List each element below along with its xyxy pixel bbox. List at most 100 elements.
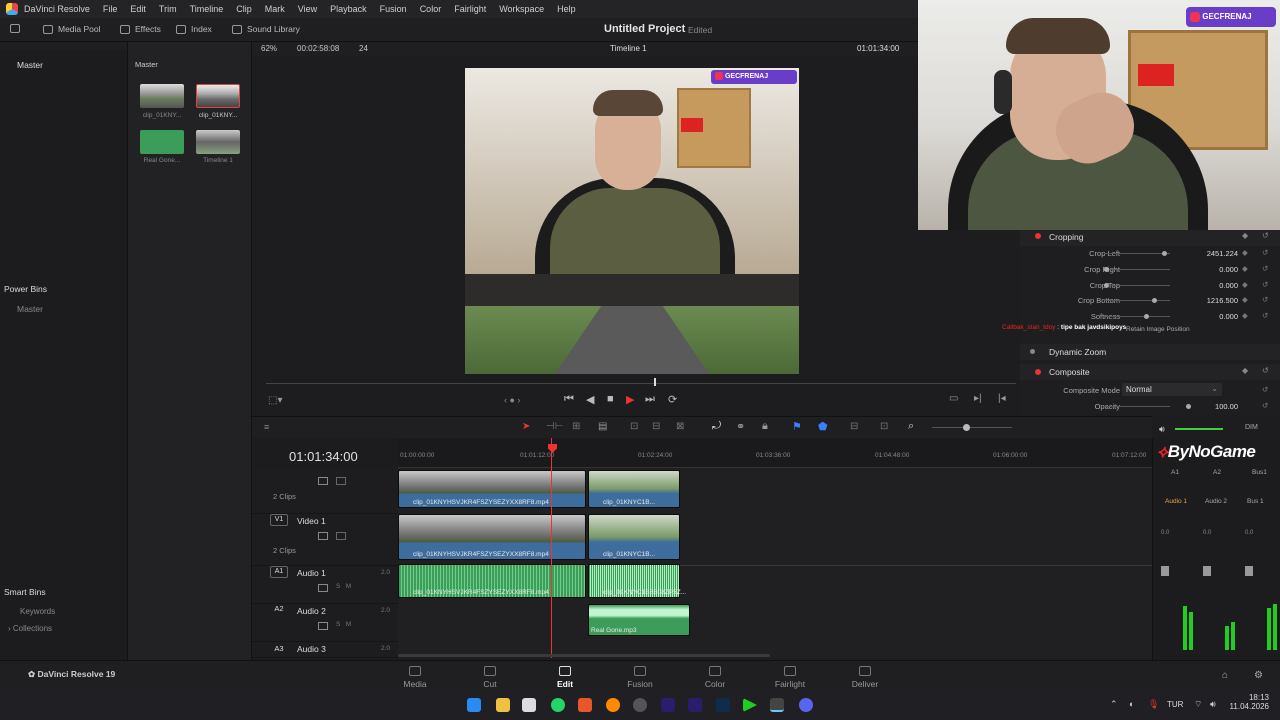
reset-icon[interactable]: ↺: [1262, 385, 1268, 394]
page-fusion[interactable]: Fusion: [615, 666, 665, 689]
crop-bottom-value[interactable]: 1216.500: [1194, 296, 1238, 305]
cropping-header[interactable]: Cropping ◆ ↺: [1020, 230, 1280, 246]
dynamic-trim-icon[interactable]: ⊞: [572, 421, 580, 432]
softness-slider[interactable]: [1104, 313, 1170, 319]
firefox-icon[interactable]: [606, 698, 620, 712]
crop-top-value[interactable]: 0.000: [1194, 281, 1238, 290]
track-v1-lock-icon[interactable]: [336, 532, 346, 540]
media-pool-button[interactable]: Media Pool: [43, 24, 101, 34]
menu-view[interactable]: View: [298, 4, 317, 14]
crop-top-slider[interactable]: [1104, 282, 1170, 288]
tray-clock[interactable]: 18:13 11.04.2026: [1229, 693, 1269, 711]
composite-enable-icon[interactable]: [1035, 369, 1041, 375]
snapping-icon[interactable]: ⤾: [712, 420, 721, 433]
keyframe-icon[interactable]: ◆: [1242, 311, 1248, 320]
track-a1-id[interactable]: A1: [270, 566, 288, 578]
menu-playback[interactable]: Playback: [330, 4, 367, 14]
page-media[interactable]: Media: [390, 666, 440, 689]
menu-color[interactable]: Color: [420, 4, 442, 14]
mixer-fader-2[interactable]: [1203, 566, 1211, 576]
reset-icon[interactable]: ↺: [1262, 264, 1268, 273]
premiere-icon[interactable]: [661, 698, 675, 712]
bin-master[interactable]: Master: [17, 60, 43, 70]
timeline-clip-v1-a[interactable]: clip_01KNYHSVJKR4FSZYSEZYXX8RF8.mp4: [398, 514, 586, 560]
sound-library-button[interactable]: Sound Library: [232, 24, 300, 34]
jog-icon[interactable]: ‹ ● ›: [504, 395, 520, 405]
replace-clip-icon[interactable]: ⊠: [676, 421, 684, 432]
link-icon[interactable]: ⚭: [736, 420, 745, 433]
timeline-view-icon[interactable]: ≡: [264, 422, 269, 432]
mixer-fader-3[interactable]: [1245, 566, 1253, 576]
timeline-ruler[interactable]: 01:01:34:00 01:00:00:00 01:01:12:00 01:0…: [252, 438, 1152, 468]
page-deliver[interactable]: Deliver: [840, 666, 890, 689]
tray-audio-icon[interactable]: ◖: [1128, 699, 1133, 709]
menu-clip[interactable]: Clip: [236, 4, 252, 14]
crop-bottom-knob[interactable]: [1152, 297, 1157, 303]
track-a2-name[interactable]: Audio 2: [297, 606, 326, 616]
composite-header[interactable]: Composite ◆ ↺: [1020, 364, 1280, 380]
viewer-zoom[interactable]: 62%: [261, 44, 277, 53]
reset-icon[interactable]: ↺: [1262, 401, 1268, 410]
davinci-resolve-taskbar-icon[interactable]: [770, 698, 784, 712]
index-button[interactable]: Index: [176, 24, 212, 34]
tray-mic-icon[interactable]: 🎙︎: [1148, 699, 1159, 710]
track-a2-id[interactable]: A2: [270, 604, 288, 616]
workspace-layout-button[interactable]: [10, 24, 20, 33]
smart-bin-keywords[interactable]: Keywords: [20, 607, 55, 616]
scrubber-playhead[interactable]: [654, 378, 656, 386]
retain-image-position[interactable]: Retain Image Position: [1126, 326, 1190, 333]
trim-tool-icon[interactable]: ⊣⊢: [546, 421, 563, 432]
timeline-clip-a1-b[interactable]: clip_01KNYC1B6B08ZP5Z...: [588, 564, 686, 598]
track-a2-lock-icon[interactable]: [318, 622, 328, 630]
track-v2-visibility-icon[interactable]: [318, 477, 328, 485]
mixer-fader-1[interactable]: [1161, 566, 1169, 576]
crop-right-value[interactable]: 0.000: [1194, 265, 1238, 274]
effects-button[interactable]: Effects: [120, 24, 161, 34]
reset-icon[interactable]: ↺: [1262, 280, 1268, 289]
reset-icon[interactable]: ↺: [1262, 366, 1269, 375]
zoom-custom-icon[interactable]: ⌕: [908, 420, 914, 433]
zoom-full-icon[interactable]: ⊟: [850, 421, 858, 432]
power-bin-master[interactable]: Master: [17, 304, 43, 314]
crop-bottom-slider[interactable]: [1104, 297, 1170, 303]
crop-top-knob[interactable]: [1104, 282, 1109, 288]
speaker-icon[interactable]: 🔊︎: [1159, 424, 1165, 435]
composite-mode-select[interactable]: Normal ⌄: [1122, 383, 1222, 396]
photoshop-icon[interactable]: [716, 698, 730, 712]
crop-left-knob[interactable]: [1162, 250, 1167, 256]
lock-icon[interactable]: 🔒︎: [762, 420, 768, 433]
reset-icon[interactable]: ↺: [1262, 248, 1268, 257]
crop-left-value[interactable]: 2451.224: [1194, 249, 1238, 258]
prev-frame-icon[interactable]: |◂: [998, 393, 1006, 404]
reset-icon[interactable]: ↺: [1262, 231, 1269, 240]
after-effects-icon[interactable]: [688, 698, 702, 712]
notepad-icon[interactable]: [522, 698, 536, 712]
keyframe-icon[interactable]: ◆: [1242, 366, 1248, 375]
chatgpt-icon[interactable]: [633, 698, 647, 712]
opacity-slider[interactable]: [1104, 403, 1191, 409]
menu-fusion[interactable]: Fusion: [380, 4, 407, 14]
media-clip-thumb-2[interactable]: [196, 84, 240, 108]
media-clip-thumb-1[interactable]: [140, 84, 184, 108]
track-v1-name[interactable]: Video 1: [297, 516, 326, 526]
tray-volume-icon[interactable]: 🔊︎: [1210, 699, 1216, 710]
menu-mark[interactable]: Mark: [265, 4, 285, 14]
media-timeline-thumb[interactable]: [196, 130, 240, 154]
menu-timeline[interactable]: Timeline: [190, 4, 224, 14]
timeline-clip-v1-b[interactable]: clip_01KNYC1B...: [588, 514, 680, 560]
menu-workspace[interactable]: Workspace: [499, 4, 544, 14]
brave-icon[interactable]: [578, 698, 592, 712]
flag-marker-icon[interactable]: ⚑: [792, 420, 802, 433]
insert-clip-icon[interactable]: ⊡: [630, 421, 638, 432]
discord-icon[interactable]: [799, 698, 813, 712]
menu-help[interactable]: Help: [557, 4, 576, 14]
menu-trim[interactable]: Trim: [159, 4, 177, 14]
marker-icon[interactable]: ⬟: [818, 420, 828, 433]
dynamic-zoom-enable-icon[interactable]: [1030, 349, 1035, 354]
opacity-value[interactable]: 100.00: [1194, 402, 1238, 411]
track-a2-solo-mute[interactable]: S M: [336, 621, 351, 628]
keyframe-icon[interactable]: ◆: [1242, 231, 1248, 240]
page-fairlight[interactable]: Fairlight: [765, 666, 815, 689]
blade-tool-icon[interactable]: ▤: [598, 421, 607, 432]
windows-start-icon[interactable]: [467, 698, 481, 712]
